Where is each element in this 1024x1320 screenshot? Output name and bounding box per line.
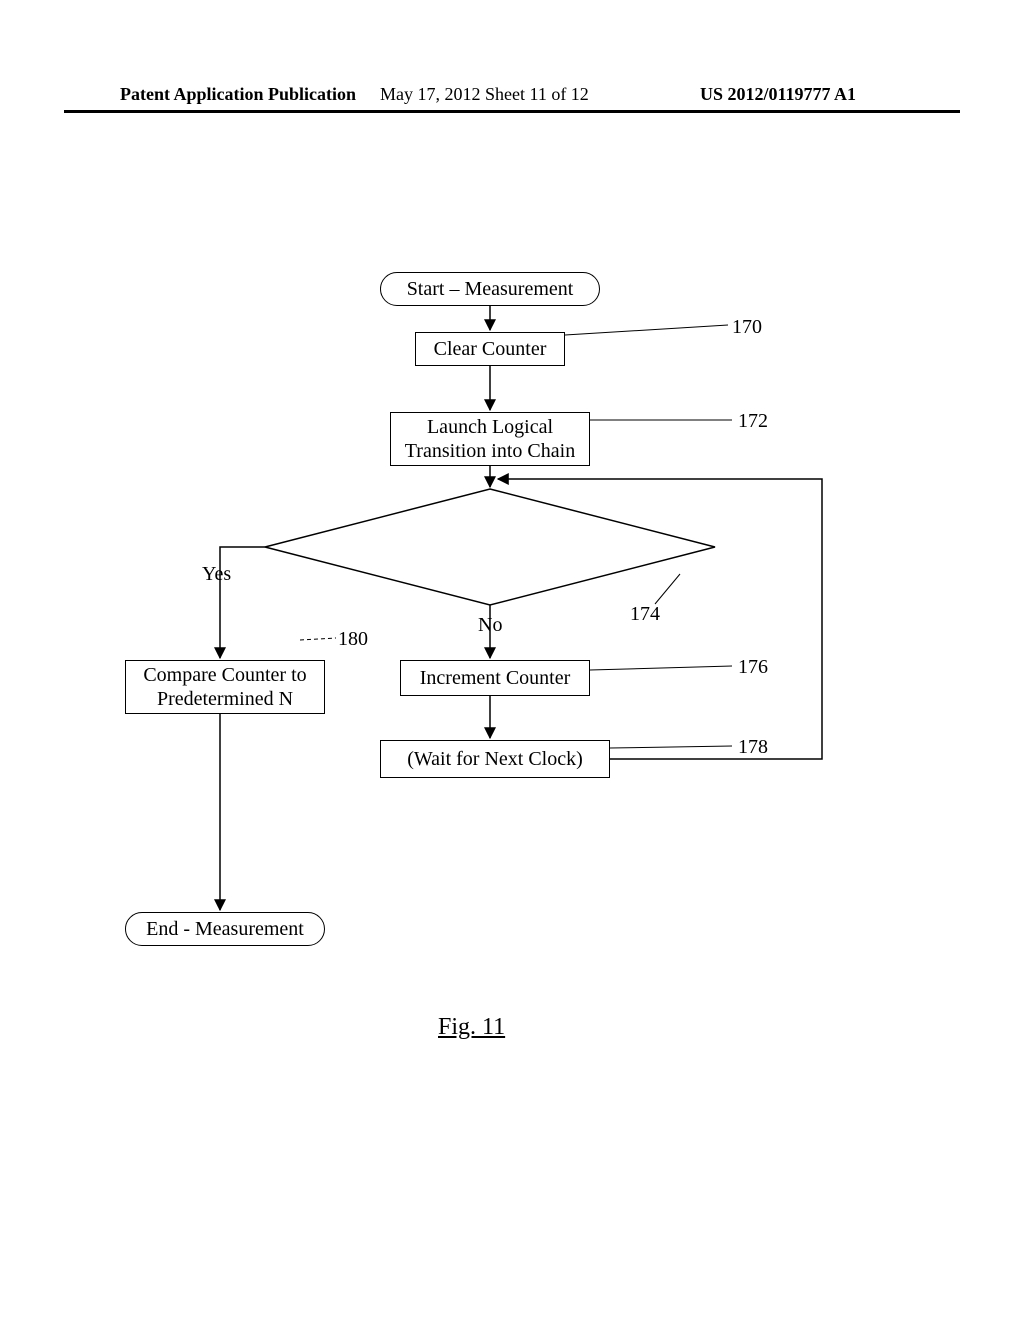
box-clear-counter: Clear Counter [415,332,565,366]
header-rule [64,110,960,113]
ref-176: 176 [738,656,768,679]
decision-line1: Corresponding [380,510,600,533]
decision-line2: Transition on Output of [380,533,600,556]
label-yes: Yes [202,563,231,586]
decision-line3: Chain? [380,556,600,579]
header-left: Patent Application Publication [120,84,356,105]
decision-text: Corresponding Transition on Output of Ch… [380,510,600,579]
box-wait-clock: (Wait for Next Clock) [380,740,610,778]
launch-text: Launch Logical Transition into Chain [399,415,581,463]
ref-178: 178 [738,736,768,759]
label-no: No [478,614,502,637]
terminator-start: Start – Measurement [380,272,600,306]
compare-line2: Predetermined N [157,687,293,711]
figure-caption: Fig. 11 [438,1014,505,1041]
header-middle: May 17, 2012 Sheet 11 of 12 [380,84,589,105]
box-increment-counter: Increment Counter [400,660,590,696]
terminator-end: End - Measurement [125,912,325,946]
header-right: US 2012/0119777 A1 [700,84,856,105]
box-launch-transition: Launch Logical Transition into Chain [390,412,590,466]
page: Patent Application Publication May 17, 2… [0,0,1024,1320]
ref-180: 180 [338,628,368,651]
ref-174: 174 [630,603,660,626]
compare-line1: Compare Counter to [143,663,306,687]
ref-170: 170 [732,316,762,339]
ref-172: 172 [738,410,768,433]
box-compare-counter: Compare Counter to Predetermined N [125,660,325,714]
